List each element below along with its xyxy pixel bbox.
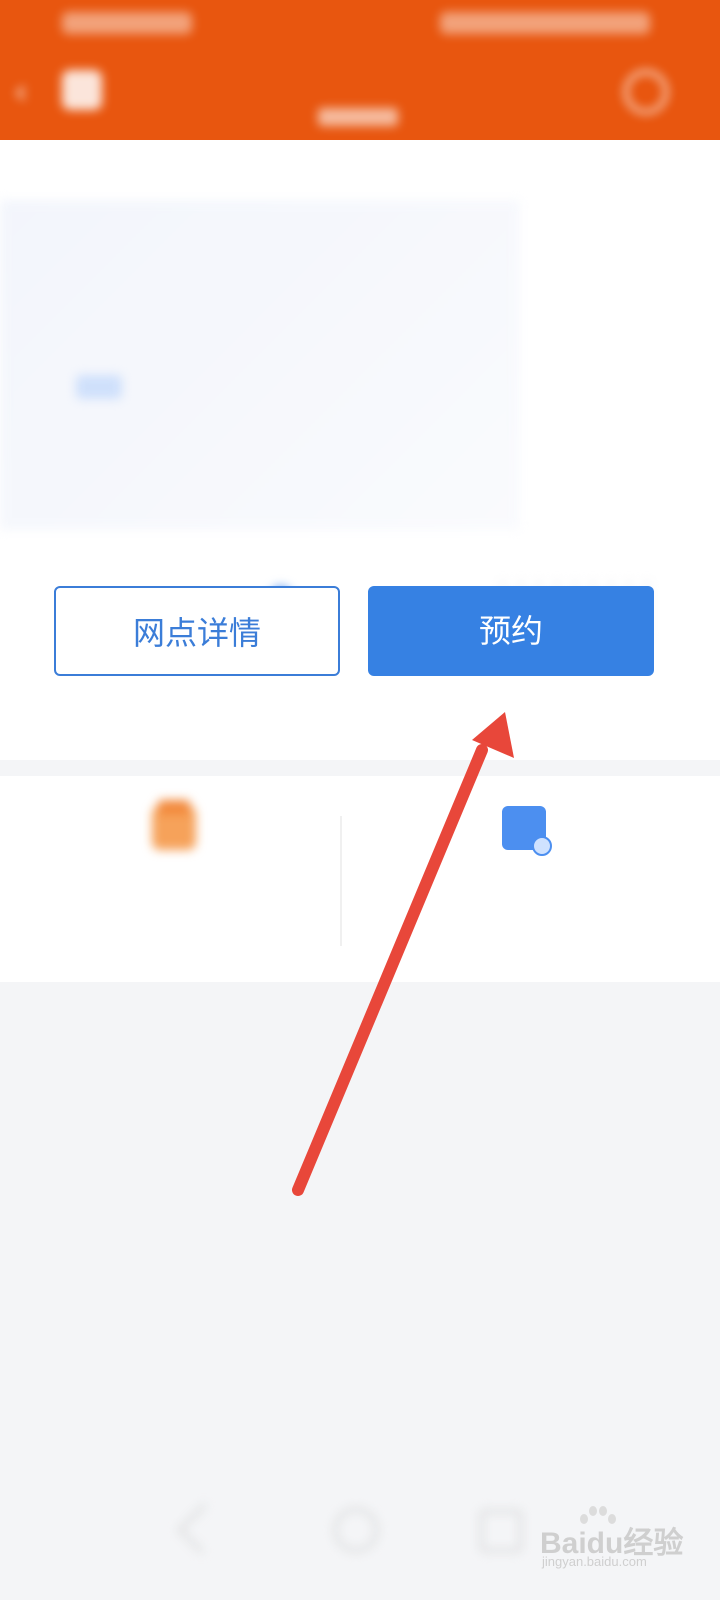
status-indicators xyxy=(440,12,650,34)
branch-card: 网点详情 预约 xyxy=(0,140,720,760)
status-bar xyxy=(0,0,720,48)
status-carrier xyxy=(62,12,192,34)
building-illustration xyxy=(0,200,520,530)
bank-logo-icon xyxy=(62,70,102,110)
page-subtitle xyxy=(318,108,398,126)
system-back-icon[interactable] xyxy=(177,1503,228,1554)
watermark: Baidu经验 jingyan.baidu.com xyxy=(540,1506,710,1570)
back-icon[interactable]: ‹ xyxy=(14,72,54,112)
more-icon[interactable] xyxy=(624,70,668,114)
branch-type-badge xyxy=(76,375,122,399)
shop-icon xyxy=(152,800,196,850)
divider xyxy=(340,816,342,946)
feature-card xyxy=(0,776,720,982)
branch-detail-button[interactable]: 网点详情 xyxy=(54,586,340,676)
feature-item[interactable] xyxy=(0,776,360,982)
reserve-button[interactable]: 预约 xyxy=(368,586,654,676)
app-header: ‹ xyxy=(0,0,720,140)
feature-item[interactable] xyxy=(360,776,720,982)
document-clock-icon xyxy=(502,806,552,856)
system-home-icon[interactable] xyxy=(334,1508,378,1552)
system-recents-icon[interactable] xyxy=(480,1510,522,1552)
watermark-url: jingyan.baidu.com xyxy=(542,1554,647,1569)
